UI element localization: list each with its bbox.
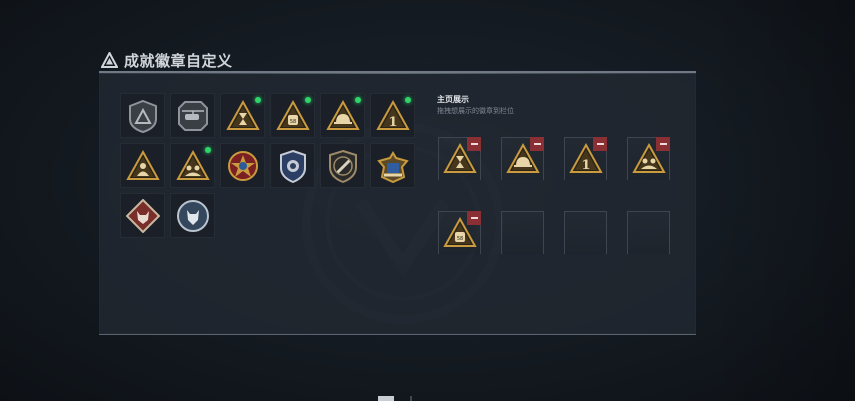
svg-text:58: 58 [289, 119, 295, 125]
showcase-subtitle: 拖拽想展示的徽章到栏位 [437, 107, 514, 115]
star-medal-badge-icon [227, 150, 258, 181]
showcase-slot-filled[interactable]: 58 [438, 211, 481, 254]
page-title: 成就徽章自定义 [124, 51, 233, 70]
showcase-slot-filled[interactable] [438, 137, 481, 180]
showcase-slots: 1 58 [438, 137, 670, 254]
warning-triangle-icon [101, 52, 118, 68]
showcase-slot-empty[interactable] [627, 211, 670, 254]
badge-item[interactable] [320, 143, 365, 188]
background-shade [700, 0, 855, 401]
showcase-slot-filled[interactable]: 1 [564, 137, 607, 180]
showcase-slot-empty[interactable] [564, 211, 607, 254]
gold-squad-badge-icon [175, 149, 210, 180]
remove-badge-button[interactable] [593, 137, 607, 151]
new-indicator-dot [255, 97, 261, 103]
badge-item[interactable] [120, 143, 165, 188]
remove-badge-button[interactable] [467, 211, 481, 225]
svg-text:58: 58 [456, 236, 462, 242]
minus-icon [596, 143, 604, 145]
remove-badge-button[interactable] [656, 137, 670, 151]
gold-rank-one-badge-icon: 1 [375, 99, 410, 130]
svg-text:1: 1 [581, 158, 590, 173]
badge-item[interactable] [220, 93, 265, 138]
minus-icon [470, 143, 478, 145]
badge-item[interactable] [270, 143, 315, 188]
remove-badge-button[interactable] [530, 137, 544, 151]
new-indicator-dot [355, 97, 361, 103]
badge-item[interactable]: 58 [270, 93, 315, 138]
badge-customize-panel: 58 1 主页展示 拖拽想展示的徽章到栏位 1 58 [99, 71, 696, 335]
gray-shield-triangle-badge-icon [128, 99, 157, 133]
gold-soldiers-badge-icon [125, 149, 160, 180]
badge-item[interactable] [220, 143, 265, 188]
wolf-diamond-badge-icon [125, 198, 160, 233]
minus-icon [470, 217, 478, 219]
showcase-title: 主页展示 [437, 95, 469, 104]
gold-hourglass-badge-icon [225, 99, 260, 130]
new-indicator-dot [405, 97, 411, 103]
badge-item[interactable] [170, 93, 215, 138]
wolf-round-badge-icon [176, 199, 209, 232]
showcase-slot-filled[interactable] [627, 137, 670, 180]
winged-crest-badge-icon [376, 150, 409, 183]
badge-item[interactable] [120, 193, 165, 238]
showcase-slot-filled[interactable] [501, 137, 544, 180]
page-header: 成就徽章自定义 [101, 50, 233, 70]
badge-item[interactable] [320, 93, 365, 138]
badge-item[interactable] [170, 143, 215, 188]
gray-helicopter-badge-icon [177, 100, 208, 131]
gold-dogtag-badge-icon: 58 [275, 99, 310, 130]
bottom-indicator[interactable] [410, 396, 412, 401]
remove-badge-button[interactable] [467, 137, 481, 151]
badge-item[interactable] [370, 143, 415, 188]
new-indicator-dot [205, 147, 211, 153]
gold-helmet-badge-icon [325, 99, 360, 130]
new-indicator-dot [305, 97, 311, 103]
minus-icon [659, 143, 667, 145]
police-shield-badge-icon [279, 149, 306, 183]
badge-collection-grid: 58 1 [120, 93, 415, 238]
svg-text:1: 1 [388, 115, 397, 130]
minus-icon [533, 143, 541, 145]
bottom-indicator-active[interactable] [378, 396, 394, 401]
panel-top-line [99, 73, 696, 74]
badge-item[interactable]: 1 [370, 93, 415, 138]
bronze-knife-shield-badge-icon [328, 149, 357, 183]
showcase-slot-empty[interactable] [501, 211, 544, 254]
badge-item[interactable] [120, 93, 165, 138]
badge-item[interactable] [170, 193, 215, 238]
